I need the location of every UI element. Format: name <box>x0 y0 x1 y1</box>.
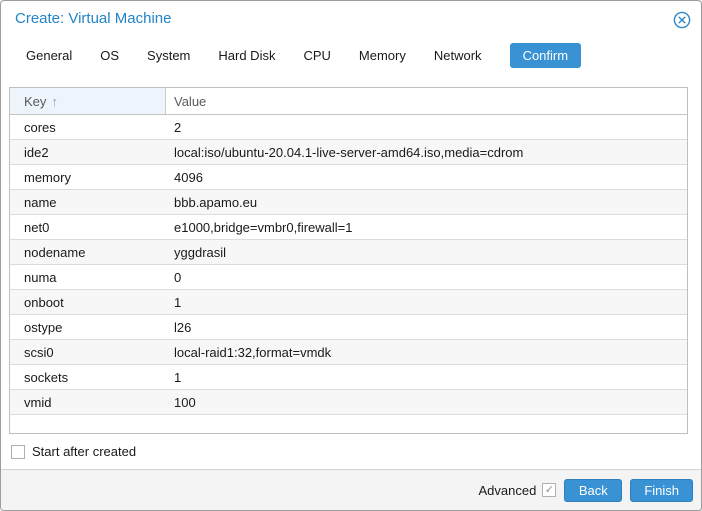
column-header-key-label: Key <box>24 94 46 109</box>
cell-value: yggdrasil <box>166 240 687 264</box>
cell-key: scsi0 <box>10 340 166 364</box>
dialog-title: Create: Virtual Machine <box>15 10 171 27</box>
cell-value: 0 <box>166 265 687 289</box>
column-header-key[interactable]: Key ↑ <box>10 88 166 114</box>
create-vm-dialog: Create: Virtual Machine General OS System H… <box>0 0 702 511</box>
advanced-checkbox[interactable]: ✓ <box>542 483 556 497</box>
tab-os[interactable]: OS <box>100 43 119 68</box>
cell-key: ostype <box>10 315 166 339</box>
table-header-row: Key ↑ Value <box>10 88 687 115</box>
table-row-cores[interactable]: cores2 <box>10 115 687 140</box>
tab-network[interactable]: Network <box>434 43 482 68</box>
cell-value: 4096 <box>166 165 687 189</box>
cell-key: net0 <box>10 215 166 239</box>
cell-value: local:iso/ubuntu-20.04.1-live-server-amd… <box>166 140 687 164</box>
table-body: cores2ide2local:iso/ubuntu-20.04.1-live-… <box>10 115 687 415</box>
cell-value: 1 <box>166 290 687 314</box>
cell-value: 2 <box>166 115 687 139</box>
cell-value: e1000,bridge=vmbr0,firewall=1 <box>166 215 687 239</box>
cell-value: 1 <box>166 365 687 389</box>
finish-button[interactable]: Finish <box>630 479 693 502</box>
back-button[interactable]: Back <box>564 479 622 502</box>
column-header-value[interactable]: Value <box>166 88 687 114</box>
cell-key: cores <box>10 115 166 139</box>
column-header-value-label: Value <box>174 94 206 109</box>
tab-confirm[interactable]: Confirm <box>510 43 582 68</box>
close-icon[interactable] <box>673 11 691 29</box>
cell-value: 100 <box>166 390 687 414</box>
cell-key: ide2 <box>10 140 166 164</box>
cell-key: memory <box>10 165 166 189</box>
table-row-scsi0[interactable]: scsi0local-raid1:32,format=vmdk <box>10 340 687 365</box>
advanced-label: Advanced <box>478 483 536 498</box>
sort-ascending-icon: ↑ <box>51 94 58 109</box>
start-after-created-label: Start after created <box>32 444 136 459</box>
tab-general[interactable]: General <box>26 43 72 68</box>
table-row-numa[interactable]: numa0 <box>10 265 687 290</box>
cell-value: l26 <box>166 315 687 339</box>
dialog-titlebar: Create: Virtual Machine <box>1 1 701 35</box>
table-row-net0[interactable]: net0e1000,bridge=vmbr0,firewall=1 <box>10 215 687 240</box>
table-row-ide2[interactable]: ide2local:iso/ubuntu-20.04.1-live-server… <box>10 140 687 165</box>
cell-key: onboot <box>10 290 166 314</box>
table-row-onboot[interactable]: onboot1 <box>10 290 687 315</box>
tab-bar: General OS System Hard Disk CPU Memory Network… <box>26 43 701 67</box>
confirm-settings-table: Key ↑ Value cores2ide2local:iso/ubuntu-2… <box>9 87 688 434</box>
table-row-memory[interactable]: memory4096 <box>10 165 687 190</box>
cell-key: name <box>10 190 166 214</box>
table-row-nodename[interactable]: nodenameyggdrasil <box>10 240 687 265</box>
cell-key: sockets <box>10 365 166 389</box>
start-after-created-checkbox[interactable] <box>11 445 25 459</box>
start-after-created-row: Start after created <box>11 444 701 459</box>
tab-hard-disk[interactable]: Hard Disk <box>218 43 275 68</box>
tab-memory[interactable]: Memory <box>359 43 406 68</box>
tab-cpu[interactable]: CPU <box>303 43 330 68</box>
table-row-ostype[interactable]: ostypel26 <box>10 315 687 340</box>
table-row-vmid[interactable]: vmid100 <box>10 390 687 415</box>
tab-system[interactable]: System <box>147 43 190 68</box>
cell-key: vmid <box>10 390 166 414</box>
table-row-sockets[interactable]: sockets1 <box>10 365 687 390</box>
cell-key: nodename <box>10 240 166 264</box>
table-row-name[interactable]: namebbb.apamo.eu <box>10 190 687 215</box>
cell-value: local-raid1:32,format=vmdk <box>166 340 687 364</box>
dialog-footer: Advanced ✓ Back Finish <box>1 469 701 510</box>
cell-key: numa <box>10 265 166 289</box>
cell-value: bbb.apamo.eu <box>166 190 687 214</box>
